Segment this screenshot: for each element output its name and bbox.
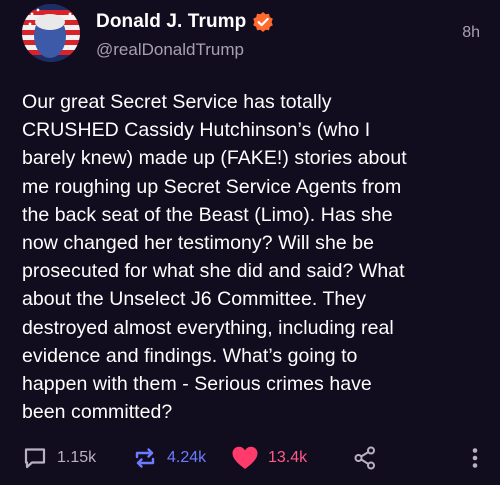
display-name[interactable]: Donald J. Trump [96, 11, 246, 33]
repost-icon [135, 448, 155, 468]
more-vertical-icon [472, 448, 478, 468]
author-info: Donald J. Trump @realDonaldTrump [96, 10, 274, 60]
like-count: 13.4k [268, 449, 308, 466]
post-header: Donald J. Trump @realDonaldTrump 8h [22, 4, 480, 66]
verified-badge-icon [252, 11, 274, 33]
action-bar: 1.15k 4.24k 13.4k [22, 443, 480, 473]
reply-icon [24, 448, 46, 469]
post-text: Our great Secret Service has totally CRU… [22, 91, 407, 424]
like-button[interactable]: 13.4k [231, 443, 307, 473]
display-name-row: Donald J. Trump [96, 10, 274, 34]
share-icon [354, 446, 375, 470]
post-timestamp[interactable]: 8h [462, 24, 480, 42]
reply-count: 1.15k [57, 449, 97, 466]
share-button[interactable] [352, 443, 378, 473]
handle[interactable]: @realDonaldTrump [96, 40, 274, 60]
post-card: Donald J. Trump @realDonaldTrump 8h Our … [0, 0, 500, 485]
avatar[interactable] [22, 4, 80, 62]
avatar-image [22, 4, 80, 62]
repost-count: 4.24k [167, 449, 207, 466]
heart-icon [232, 446, 258, 469]
reply-button[interactable]: 1.15k [22, 443, 96, 473]
repost-button[interactable]: 4.24k [132, 443, 206, 473]
more-options-button[interactable] [470, 443, 480, 473]
